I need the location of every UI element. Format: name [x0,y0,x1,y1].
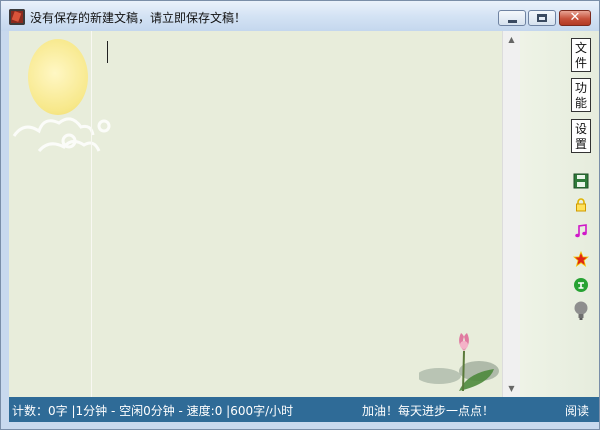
lotus-painting-decoration [419,333,499,392]
music-icon[interactable] [573,223,589,239]
text-caret [107,41,108,63]
window-title: 没有保存的新建文稿，请立即保存文稿！ [30,11,247,25]
settings-button-label: 设 [574,122,587,136]
status-bar: 计数：0字 |1分钟 - 空闲0分钟 - 速度:0 |600字/小时 加油！每天… [9,397,599,422]
settings-button-label: 置 [574,137,587,151]
star-icon[interactable] [573,251,589,267]
reading-label[interactable]: 阅读 [565,402,589,419]
function-button-label: 功 [574,81,587,95]
title-bar[interactable]: 没有保存的新建文稿，请立即保存文稿！ ✕ [1,1,599,31]
minimize-button[interactable] [498,10,526,26]
minimize-icon [508,20,517,23]
file-button[interactable]: 文 件 [571,38,591,72]
save-icon[interactable] [573,173,589,189]
rank-icon[interactable] [573,277,589,293]
app-logo-icon [9,9,25,25]
close-icon: ✕ [569,10,581,25]
close-button[interactable]: ✕ [559,10,591,26]
scroll-up-icon[interactable]: ▲ [503,31,520,48]
maximize-button[interactable] [528,10,556,26]
cloud-decoration [12,117,111,153]
side-panel: 文 件 功 能 设 置 [520,31,599,397]
scroll-down-icon[interactable]: ▼ [503,380,520,397]
text-editor-area[interactable] [9,31,502,397]
maximize-icon [537,14,547,22]
file-button-label: 件 [574,56,587,70]
bulb-icon[interactable] [573,301,589,321]
margin-line [91,31,92,397]
lock-icon[interactable] [573,197,589,213]
settings-button[interactable]: 设 置 [571,119,591,153]
app-window: 没有保存的新建文稿，请立即保存文稿！ ✕ ▲ ▼ 文 件 功 能 设 置 计数：… [0,0,600,430]
function-button-label: 能 [574,96,587,110]
file-button-label: 文 [574,41,587,55]
scrollbar-track[interactable] [506,51,517,377]
vertical-scrollbar[interactable]: ▲ ▼ [502,31,520,397]
encouragement-text: 加油！每天进步一点点！ [362,404,495,418]
function-button[interactable]: 功 能 [571,78,591,112]
word-count-status: 计数：0字 |1分钟 - 空闲0分钟 - 速度:0 |600字/小时 [12,404,294,418]
